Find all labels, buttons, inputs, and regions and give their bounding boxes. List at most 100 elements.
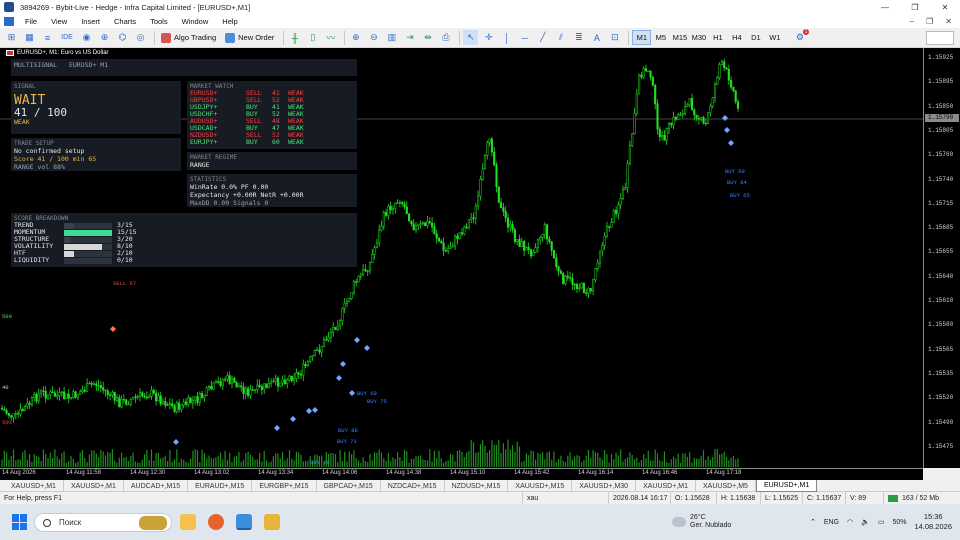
- trend-line-icon[interactable]: ╱: [535, 30, 550, 45]
- timeframe-w1[interactable]: W1: [765, 30, 784, 45]
- chart-tab[interactable]: NZDUSD+,M15: [445, 480, 509, 492]
- menu-help[interactable]: Help: [215, 17, 244, 26]
- candlestick-icon[interactable]: ▯: [305, 30, 320, 45]
- signals-icon[interactable]: ⌬: [115, 30, 130, 45]
- score-label: LIQUIDITY: [14, 256, 50, 264]
- menu-charts[interactable]: Charts: [107, 17, 143, 26]
- channel-icon[interactable]: ⫽: [553, 30, 568, 45]
- chart-tab[interactable]: AUDCAD+,M15: [124, 480, 189, 492]
- line-chart-icon[interactable]: 〰: [323, 30, 338, 45]
- chart-tab[interactable]: EURAUD+,M15: [188, 480, 253, 492]
- chart-tab[interactable]: XAUUSD+,M1: [636, 480, 696, 492]
- candle-body: [132, 396, 135, 400]
- firefox-icon[interactable]: [208, 514, 224, 530]
- menu-insert[interactable]: Insert: [74, 17, 107, 26]
- taskbar-search-input[interactable]: Поиск: [34, 513, 172, 532]
- bar-chart-icon[interactable]: ╫: [287, 30, 302, 45]
- new-chart-icon[interactable]: ⊞: [4, 30, 19, 45]
- horizontal-line-icon[interactable]: ─: [517, 30, 532, 45]
- status-profile[interactable]: xau: [522, 492, 608, 504]
- minimize-icon[interactable]: —: [870, 0, 900, 14]
- candle-body: [734, 90, 737, 102]
- taskbar-clock[interactable]: 15:36 14.08.2026: [914, 512, 952, 532]
- time-axis[interactable]: 14 Aug 2026 14 Aug 11:58 14 Aug 12:30 14 Au…: [0, 468, 923, 480]
- chart-tab[interactable]: EURGBP+,M15: [252, 480, 317, 492]
- child-minimize-icon[interactable]: –: [910, 17, 914, 26]
- weather-widget[interactable]: 26°C Ger. Nublado: [672, 514, 731, 530]
- timeframe-m15[interactable]: M15: [670, 30, 689, 45]
- candle-body: [493, 151, 496, 166]
- chart-symbol-label: EURUSD+, M1: Euro vs US Dollar: [17, 50, 109, 56]
- menu-window[interactable]: Window: [175, 17, 216, 26]
- candle-body: [134, 396, 137, 398]
- algo-trading-button[interactable]: Algo Trading: [158, 30, 219, 45]
- language-indicator[interactable]: ENG: [824, 519, 839, 526]
- market-watch-icon[interactable]: ◉: [79, 30, 94, 45]
- battery-icon[interactable]: ▭: [878, 518, 885, 526]
- file-explorer-icon[interactable]: [180, 514, 196, 530]
- candle-body: [40, 390, 43, 394]
- chart-tab[interactable]: GBPCAD+,M15: [317, 480, 381, 492]
- candle-body: [419, 223, 422, 225]
- chart-tab[interactable]: XAUUSD+,M5: [696, 480, 756, 492]
- notes-app-icon[interactable]: [264, 514, 280, 530]
- menu-tools[interactable]: Tools: [143, 17, 175, 26]
- candle-body: [732, 86, 735, 92]
- restore-icon[interactable]: ❐: [900, 0, 930, 14]
- data-window-icon[interactable]: ⊕: [97, 30, 112, 45]
- candle-body: [274, 377, 277, 382]
- tile-windows-icon[interactable]: ▥: [384, 30, 399, 45]
- zoom-out-icon[interactable]: ⊖: [366, 30, 381, 45]
- status-datetime: 2026.08.14 16:17: [608, 492, 670, 504]
- candle-body: [118, 397, 121, 408]
- chart-tab[interactable]: XAUUSD+,M30: [572, 480, 637, 492]
- windows-start-icon[interactable]: [12, 514, 28, 530]
- menu-view[interactable]: View: [44, 17, 74, 26]
- candle-body: [548, 238, 551, 242]
- chart-tab[interactable]: EURUSD+,M1: [755, 480, 818, 492]
- price-axis[interactable]: 1.15925 1.15895 1.15850 1.15805 1.15760 1.157…: [923, 48, 960, 468]
- timeframe-d1[interactable]: D1: [746, 30, 765, 45]
- volume-icon[interactable]: 🔈: [861, 518, 870, 526]
- ide-icon[interactable]: IDE: [58, 30, 76, 45]
- fibonacci-icon[interactable]: ≣: [571, 30, 586, 45]
- strategy-tester-icon[interactable]: ◎: [133, 30, 148, 45]
- profiles-icon[interactable]: ▦: [22, 30, 37, 45]
- chart-tab[interactable]: XAUUSD+,M15: [508, 480, 573, 492]
- chart-tab[interactable]: XAUUSD+,M1: [64, 480, 124, 492]
- menu-file[interactable]: File: [18, 17, 44, 26]
- metatrader-icon[interactable]: [236, 514, 252, 530]
- timeframe-m1[interactable]: M1: [632, 30, 652, 45]
- close-icon[interactable]: ✕: [930, 0, 960, 14]
- chart-tab[interactable]: XAUUSD+,M1: [4, 480, 64, 492]
- chart-shift-icon[interactable]: ⇹: [420, 30, 435, 45]
- wifi-icon[interactable]: ◠: [847, 518, 853, 526]
- shapes-icon[interactable]: ⊡: [607, 30, 622, 45]
- candle-body: [19, 409, 22, 415]
- crosshair-icon[interactable]: ✛: [481, 30, 496, 45]
- timeframe-h1[interactable]: H1: [708, 30, 727, 45]
- new-order-button[interactable]: New Order: [222, 30, 277, 45]
- chart-tab[interactable]: NZDCAD+,M15: [381, 480, 445, 492]
- child-close-icon[interactable]: ✕: [945, 17, 952, 26]
- child-restore-icon[interactable]: ❐: [926, 17, 933, 26]
- cursor-icon[interactable]: ↖: [463, 30, 479, 45]
- vertical-line-icon[interactable]: │: [499, 30, 514, 45]
- timeframe-m30[interactable]: M30: [689, 30, 708, 45]
- chevron-up-icon[interactable]: ⌃: [810, 518, 816, 526]
- notifications-icon[interactable]: ⚙ 1: [792, 29, 810, 45]
- timeframe-h4[interactable]: H4: [727, 30, 746, 45]
- scroll-end-icon[interactable]: ⇥: [402, 30, 417, 45]
- navigator-icon[interactable]: ≡: [40, 30, 55, 45]
- market-watch-row: EURJPY+ BUY 60 WEAK: [190, 139, 354, 146]
- candle-body: [479, 179, 482, 197]
- screenshot-icon[interactable]: ⎙: [438, 30, 453, 45]
- zoom-in-icon[interactable]: ⊕: [348, 30, 363, 45]
- toolbar-search-input[interactable]: [926, 31, 954, 45]
- candle-body: [242, 386, 245, 395]
- price-chart[interactable]: EURUSD+, M1: Euro vs US Dollar MULTISIGN…: [0, 48, 923, 468]
- statistics-panel: STATISTICS WinRate 0.0% PF 0.00 Expectan…: [187, 174, 357, 207]
- timeframe-m5[interactable]: M5: [651, 30, 670, 45]
- candle-body: [161, 401, 165, 405]
- text-tool-icon[interactable]: A: [589, 30, 604, 45]
